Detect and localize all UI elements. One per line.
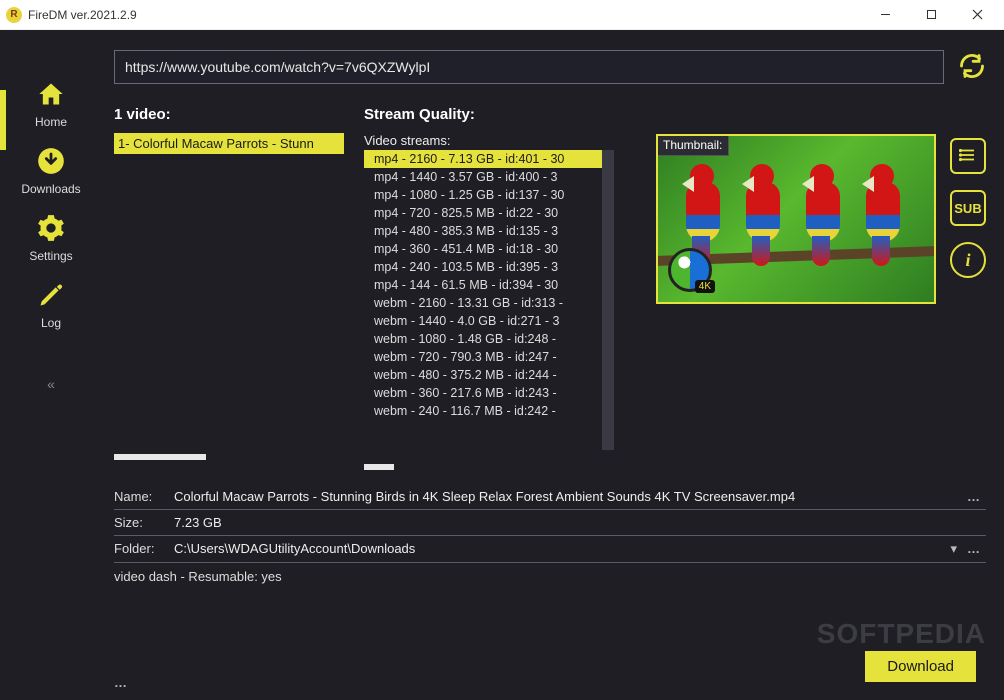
- download-icon: [36, 147, 66, 178]
- stream-list-item[interactable]: mp4 - 480 - 385.3 MB - id:135 - 3: [364, 222, 602, 240]
- stream-list-item[interactable]: webm - 720 - 790.3 MB - id:247 -: [364, 348, 602, 366]
- url-input[interactable]: [114, 50, 944, 84]
- name-label: Name:: [114, 489, 174, 504]
- sidebar-collapse-handle[interactable]: «: [47, 376, 55, 392]
- sidebar-item-label: Home: [35, 115, 67, 129]
- resolution-badge-icon: [668, 248, 712, 292]
- more-icon[interactable]: …: [114, 675, 127, 690]
- sidebar: Home Downloads Settings Log «: [6, 30, 96, 700]
- home-icon: [36, 80, 66, 111]
- info-button[interactable]: i: [950, 242, 986, 278]
- stream-quality-column: Stream Quality: Video streams: mp4 - 216…: [364, 106, 614, 470]
- size-label: Size:: [114, 515, 174, 530]
- video-list-item[interactable]: 1- Colorful Macaw Parrots - Stunn: [114, 133, 344, 154]
- folder-browse-button[interactable]: …: [961, 541, 986, 556]
- refresh-icon[interactable]: [958, 52, 986, 83]
- pencil-icon: [36, 281, 66, 312]
- app-icon: R: [6, 7, 22, 23]
- stream-list-item[interactable]: mp4 - 1080 - 1.25 GB - id:137 - 30: [364, 186, 602, 204]
- sidebar-item-label: Settings: [29, 249, 72, 263]
- main-panel: 1 video: 1- Colorful Macaw Parrots - Stu…: [96, 30, 1004, 700]
- stream-list-item[interactable]: webm - 480 - 375.2 MB - id:244 -: [364, 366, 602, 384]
- thumbnail-label: Thumbnail:: [656, 134, 729, 156]
- stream-section-label: Video streams:: [364, 133, 614, 148]
- stream-list-item[interactable]: webm - 240 - 116.7 MB - id:242 -: [364, 402, 602, 420]
- sidebar-item-label: Log: [41, 316, 61, 330]
- video-list-header: 1 video:: [114, 106, 344, 123]
- sidebar-item-downloads[interactable]: Downloads: [21, 147, 80, 196]
- window-titlebar: R FireDM ver.2021.2.9: [0, 0, 1004, 30]
- stream-list-item[interactable]: mp4 - 240 - 103.5 MB - id:395 - 3: [364, 258, 602, 276]
- stream-list-scrollbar[interactable]: [364, 464, 614, 470]
- name-more-button[interactable]: …: [961, 489, 986, 504]
- sidebar-item-log[interactable]: Log: [36, 281, 66, 330]
- stream-quality-header: Stream Quality:: [364, 106, 614, 123]
- window-title: FireDM ver.2021.2.9: [28, 8, 137, 22]
- subtitles-button[interactable]: SUB: [950, 190, 986, 226]
- video-list-scrollbar[interactable]: [114, 454, 344, 460]
- stream-list-item[interactable]: mp4 - 720 - 825.5 MB - id:22 - 30: [364, 204, 602, 222]
- video-list-column: 1 video: 1- Colorful Macaw Parrots - Stu…: [114, 106, 344, 460]
- gear-icon: [36, 214, 66, 245]
- window-close-button[interactable]: [954, 1, 1000, 29]
- stream-list[interactable]: mp4 - 2160 - 7.13 GB - id:401 - 30mp4 - …: [364, 150, 614, 450]
- download-button[interactable]: Download: [865, 651, 976, 682]
- stream-list-item[interactable]: mp4 - 2160 - 7.13 GB - id:401 - 30: [364, 150, 602, 168]
- sidebar-item-settings[interactable]: Settings: [29, 214, 72, 263]
- name-value: Colorful Macaw Parrots - Stunning Birds …: [174, 489, 961, 504]
- folder-value: C:\Users\WDAGUtilityAccount\Downloads: [174, 541, 946, 556]
- stream-list-item[interactable]: webm - 2160 - 13.31 GB - id:313 -: [364, 294, 602, 312]
- size-value: 7.23 GB: [174, 515, 986, 530]
- status-line: video dash - Resumable: yes: [114, 563, 986, 584]
- window-minimize-button[interactable]: [862, 1, 908, 29]
- details-panel: Name: Colorful Macaw Parrots - Stunning …: [114, 484, 986, 584]
- window-maximize-button[interactable]: [908, 1, 954, 29]
- subtitles-label: SUB: [954, 201, 981, 216]
- stream-list-item[interactable]: mp4 - 1440 - 3.57 GB - id:400 - 3: [364, 168, 602, 186]
- playlist-button[interactable]: [950, 138, 986, 174]
- thumbnail-preview: Thumbnail:: [656, 134, 936, 304]
- watermark: SOFTPEDIA: [817, 618, 986, 650]
- list-icon: [959, 146, 977, 167]
- stream-list-item[interactable]: webm - 1080 - 1.48 GB - id:248 -: [364, 330, 602, 348]
- folder-label: Folder:: [114, 541, 174, 556]
- stream-list-item[interactable]: mp4 - 144 - 61.5 MB - id:394 - 30: [364, 276, 602, 294]
- sidebar-item-home[interactable]: Home: [35, 80, 67, 129]
- stream-list-item[interactable]: mp4 - 360 - 451.4 MB - id:18 - 30: [364, 240, 602, 258]
- info-icon: i: [965, 250, 970, 271]
- stream-list-item[interactable]: webm - 1440 - 4.0 GB - id:271 - 3: [364, 312, 602, 330]
- folder-dropdown[interactable]: ▾: [946, 541, 961, 557]
- stream-list-item[interactable]: webm - 360 - 217.6 MB - id:243 -: [364, 384, 602, 402]
- sidebar-item-label: Downloads: [21, 182, 80, 196]
